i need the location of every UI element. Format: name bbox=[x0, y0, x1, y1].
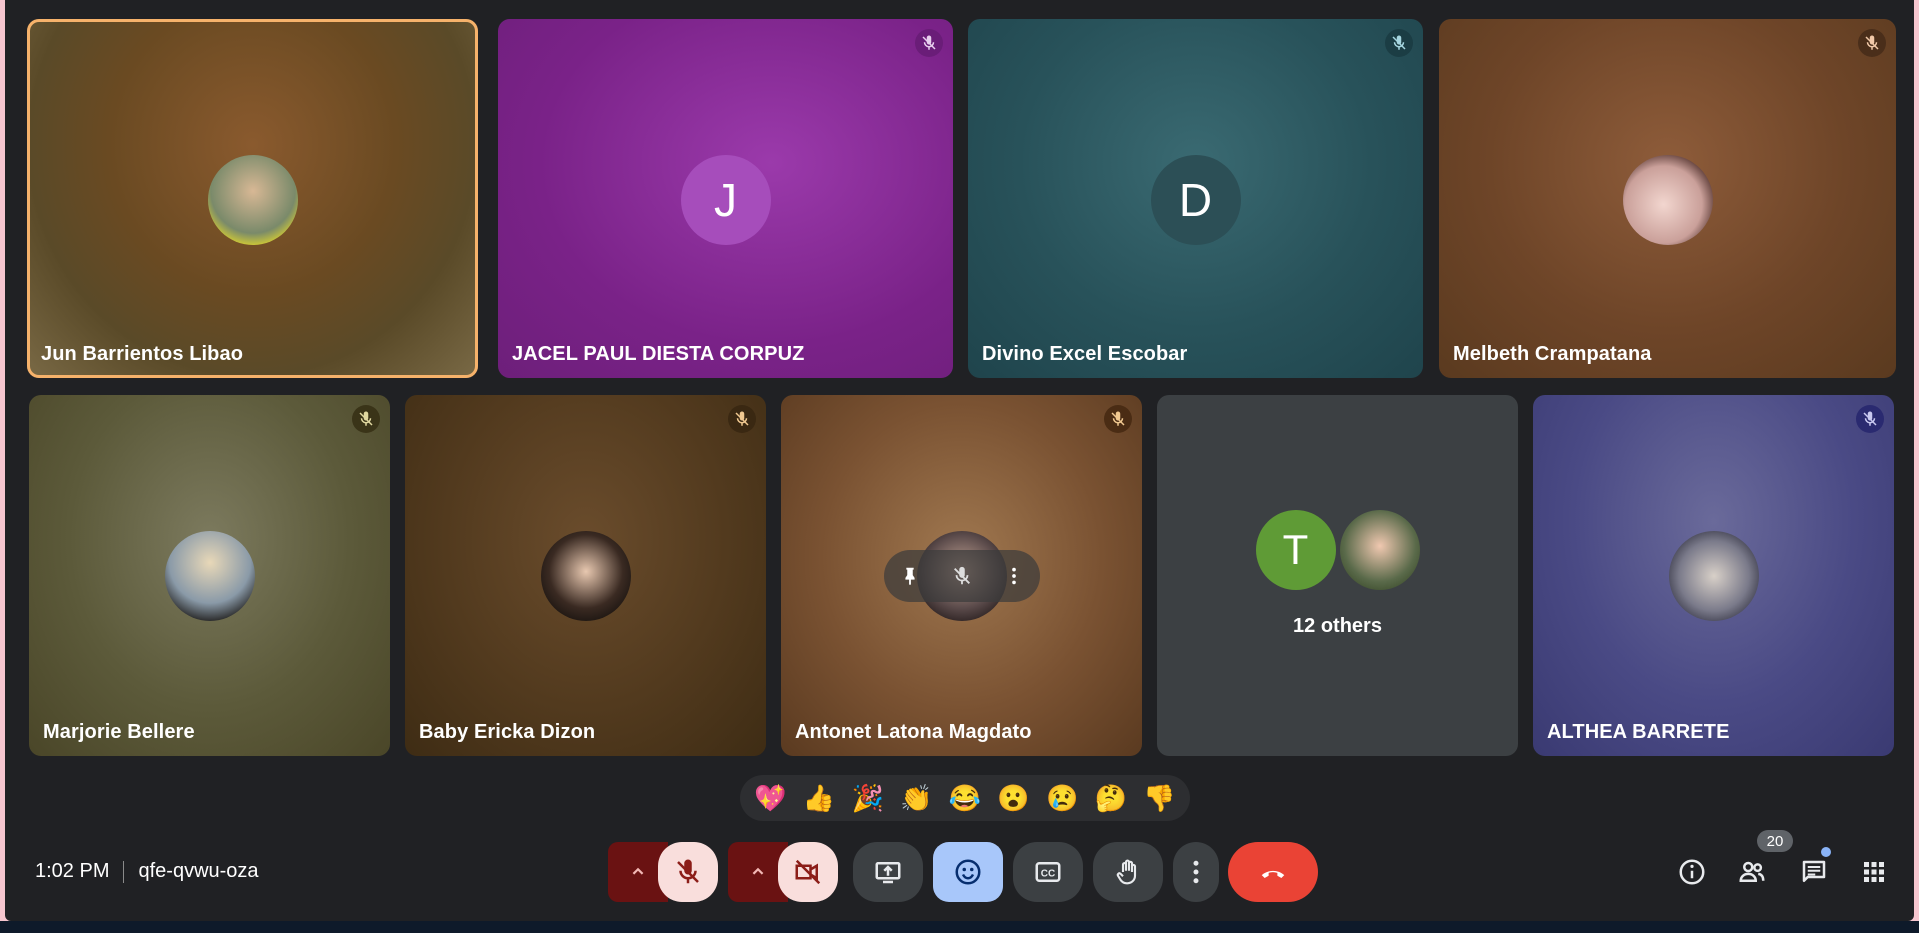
activities-button[interactable] bbox=[1857, 855, 1891, 889]
tile-hover-controls bbox=[883, 549, 1040, 602]
more-options-button[interactable] bbox=[1173, 842, 1219, 902]
raise-hand-button[interactable] bbox=[1093, 842, 1163, 902]
avatar bbox=[164, 530, 255, 621]
reaction-thumbs-down[interactable]: 👎 bbox=[1140, 783, 1180, 814]
meeting-info: 1:02 PM qfe-qvwu-oza bbox=[35, 860, 259, 883]
reaction-clap[interactable]: 👏 bbox=[896, 783, 936, 814]
tile-antonet[interactable]: Antonet Latona Magdato bbox=[781, 395, 1142, 756]
emoji-icon bbox=[955, 859, 981, 885]
meeting-time: 1:02 PM bbox=[35, 860, 110, 882]
meeting-details-button[interactable] bbox=[1675, 855, 1709, 889]
more-vert-icon bbox=[1193, 860, 1199, 884]
avatar bbox=[540, 530, 631, 621]
emoji-button[interactable] bbox=[933, 842, 1003, 902]
avatar bbox=[207, 155, 298, 245]
mic-off-icon bbox=[1858, 29, 1886, 57]
camera-toggle-button[interactable] bbox=[778, 842, 838, 902]
reactions-bar: 💖 👍 🎉 👏 😂 😮 😢 🤔 👎 bbox=[740, 775, 1190, 821]
reaction-thumbs-up[interactable]: 👍 bbox=[799, 783, 839, 814]
tile-marjorie[interactable]: Marjorie Bellere bbox=[29, 395, 390, 756]
divider bbox=[123, 860, 125, 883]
apps-grid-icon bbox=[1864, 862, 1884, 882]
people-icon bbox=[1739, 861, 1765, 882]
mic-off-icon bbox=[677, 859, 699, 884]
avatar bbox=[1339, 510, 1420, 590]
participant-name: Divino Excel Escobar bbox=[982, 343, 1188, 365]
call-end-icon bbox=[1261, 870, 1285, 878]
mic-off-icon bbox=[915, 29, 943, 57]
reaction-surprised[interactable]: 😮 bbox=[994, 783, 1034, 814]
meet-window: Jun Barrientos Libao J JACEL PAUL DIESTA… bbox=[5, 0, 1914, 921]
chat-icon bbox=[1802, 860, 1826, 882]
more-vert-icon[interactable] bbox=[996, 558, 1032, 594]
avatar bbox=[1622, 155, 1713, 245]
participant-name: Antonet Latona Magdato bbox=[795, 721, 1032, 743]
avatar: T bbox=[1255, 510, 1336, 590]
chevron-up-icon bbox=[752, 867, 764, 875]
participant-name: Baby Ericka Dizon bbox=[419, 721, 596, 743]
others-avatars: T bbox=[1254, 510, 1422, 590]
tile-jun[interactable]: Jun Barrientos Libao bbox=[27, 19, 478, 378]
participant-name: JACEL PAUL DIESTA CORPUZ bbox=[512, 343, 805, 365]
tile-divino[interactable]: D Divino Excel Escobar bbox=[968, 19, 1423, 378]
participant-name: ALTHEA BARRETE bbox=[1547, 721, 1730, 743]
present-screen-icon bbox=[875, 862, 901, 884]
meeting-code[interactable]: qfe-qvwu-oza bbox=[138, 860, 258, 883]
pin-icon[interactable] bbox=[892, 558, 928, 594]
people-button[interactable] bbox=[1735, 855, 1769, 889]
tile-baby-ericka[interactable]: Baby Ericka Dizon bbox=[405, 395, 766, 756]
info-icon bbox=[1679, 859, 1705, 885]
chat-button[interactable] bbox=[1797, 855, 1831, 889]
leave-call-button[interactable] bbox=[1228, 842, 1318, 902]
mic-off-icon bbox=[1856, 405, 1884, 433]
raise-hand-icon bbox=[1116, 859, 1137, 885]
reaction-sad[interactable]: 😢 bbox=[1042, 783, 1082, 814]
tile-others[interactable]: T 12 others bbox=[1157, 395, 1518, 756]
present-button[interactable] bbox=[853, 842, 923, 902]
camera-off-icon bbox=[795, 859, 821, 885]
reaction-party[interactable]: 🎉 bbox=[848, 783, 888, 814]
reaction-heart[interactable]: 💖 bbox=[750, 783, 790, 814]
participant-name: Jun Barrientos Libao bbox=[41, 343, 244, 365]
chat-notification-dot bbox=[1821, 847, 1831, 857]
reaction-thinking[interactable]: 🤔 bbox=[1091, 783, 1131, 814]
captions-icon: CC bbox=[1035, 862, 1061, 882]
mic-off-icon bbox=[728, 405, 756, 433]
participant-name: Melbeth Crampatana bbox=[1453, 343, 1652, 365]
mic-off-icon bbox=[1385, 29, 1413, 57]
captions-button[interactable]: CC bbox=[1013, 842, 1083, 902]
people-count-badge: 20 bbox=[1757, 830, 1793, 852]
avatar: J bbox=[680, 155, 771, 245]
participant-name: Marjorie Bellere bbox=[43, 721, 195, 743]
tile-melbeth[interactable]: Melbeth Crampatana bbox=[1439, 19, 1896, 378]
chevron-up-icon bbox=[632, 867, 644, 875]
avatar bbox=[1668, 530, 1759, 621]
mic-off-icon[interactable] bbox=[944, 558, 980, 594]
mic-toggle-button[interactable] bbox=[658, 842, 718, 902]
avatar: D bbox=[1150, 155, 1241, 245]
reaction-laugh[interactable]: 😂 bbox=[945, 783, 985, 814]
screen: Jun Barrientos Libao J JACEL PAUL DIESTA… bbox=[0, 0, 1919, 933]
desktop-strip bbox=[0, 921, 1919, 933]
mic-off-icon bbox=[1104, 405, 1132, 433]
tile-jacel[interactable]: J JACEL PAUL DIESTA CORPUZ bbox=[498, 19, 953, 378]
tile-althea[interactable]: ALTHEA BARRETE bbox=[1533, 395, 1894, 756]
others-count: 12 others bbox=[1293, 615, 1382, 637]
mic-off-icon bbox=[352, 405, 380, 433]
svg-text:CC: CC bbox=[1041, 868, 1055, 879]
